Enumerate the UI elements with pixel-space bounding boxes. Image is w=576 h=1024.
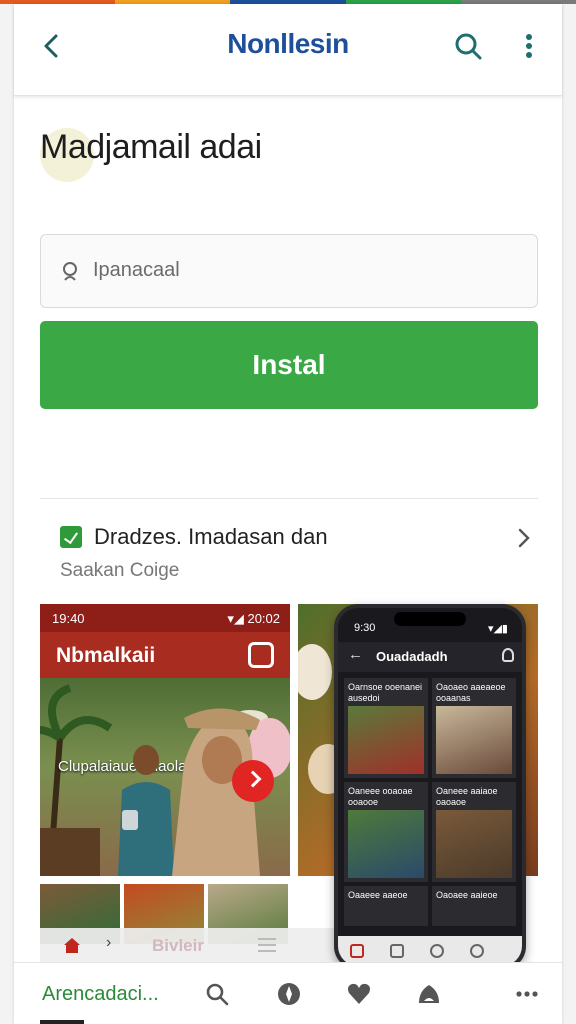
screenshot-nav-label: Bivleir [152, 936, 204, 955]
profile-icon[interactable] [416, 981, 442, 1007]
phone-tile: Oaneee ooaoae ooaooe [344, 782, 428, 882]
screenshot-app-name: Nbmalkaii [56, 644, 156, 667]
back-arrow-icon: ← [348, 646, 363, 663]
search-icon[interactable] [204, 981, 230, 1007]
phone-header-title: Ouadadadh [376, 649, 448, 664]
decor-shape [298, 644, 332, 700]
phone-status-bar: 9:30 ▾◢▮ [348, 622, 512, 638]
phone-tile: Oaoaee aaieoe [432, 886, 516, 926]
section-title: Dradzes. Imadasan dan [94, 524, 328, 549]
app-name: Madjamail adai [40, 128, 262, 166]
phone-tile-grid: Oarnsoe ooenanei ausedoi Oaoaeo aaeaeoe … [344, 678, 516, 926]
app-heading: Madjamail adai [40, 128, 262, 182]
screenshot-1[interactable]: 19:40 ▾◢ 20:02 Nbmalkaii Clupalaiaue oda… [40, 604, 290, 876]
top-app-bar: Nonllesin [14, 4, 562, 96]
more-vertical-icon[interactable] [519, 30, 539, 62]
folder-icon [390, 944, 404, 958]
play-button-icon[interactable] [232, 760, 274, 802]
section-header[interactable]: Dradzes. Imadasan dan [60, 524, 538, 552]
status-icons: ▾◢ 20:02 [227, 611, 280, 626]
profile-icon [470, 944, 484, 958]
status-time: 19:40 [52, 611, 85, 626]
search-placeholder: Ipanacaal [93, 259, 180, 281]
phone-tile: Oaoaeo aaeaeoe ooaanas [432, 678, 516, 778]
chevron-icon: › [106, 934, 112, 951]
phone-status-time: 9:30 [354, 622, 376, 634]
search-icon[interactable] [452, 30, 484, 62]
phone-tile: Oarnsoe ooenanei ausedoi [344, 678, 428, 778]
phone-header: ← Ouadadadh [338, 642, 522, 672]
bell-icon [502, 648, 514, 662]
search-icon [430, 944, 444, 958]
status-bar: 19:40 ▾◢ 20:02 [40, 604, 290, 632]
bottom-nav-label[interactable]: Arencadaci... [42, 983, 159, 1006]
screenshot-header: Nbmalkaii [40, 632, 290, 678]
camera-icon [248, 642, 274, 668]
bottom-indicator [40, 1020, 84, 1024]
chevron-right-icon[interactable] [514, 526, 534, 550]
phone-status-icons: ▾◢▮ [487, 623, 508, 635]
home-icon [350, 944, 364, 958]
phone-tile: Oaneee aaiaoe oaoaoe [432, 782, 516, 882]
compass-icon[interactable] [276, 981, 302, 1007]
home-icon [64, 938, 80, 953]
phone-tile: Oaaeee aaeoe [344, 886, 428, 926]
search-icon [63, 262, 77, 281]
bottom-nav-bar: Arencadaci... [14, 962, 562, 1024]
screenshot-nav-bar: › Bivleir [40, 928, 340, 962]
more-horizontal-icon[interactable] [514, 981, 540, 1007]
install-button[interactable]: Instal [40, 321, 538, 409]
section-subtitle: Saakan Coige [60, 560, 180, 581]
section-divider [40, 498, 538, 499]
app-page: Nonllesin Madjamail adai Ipanacaal Insta… [14, 4, 562, 1024]
heart-icon[interactable] [346, 981, 372, 1007]
menu-icon [258, 938, 276, 952]
search-input[interactable]: Ipanacaal [40, 234, 538, 308]
phone-mockup: 9:30 ▾◢▮ ← Ouadadadh Oarnsoe ooenanei au… [334, 604, 526, 970]
checkmark-icon [60, 526, 82, 548]
